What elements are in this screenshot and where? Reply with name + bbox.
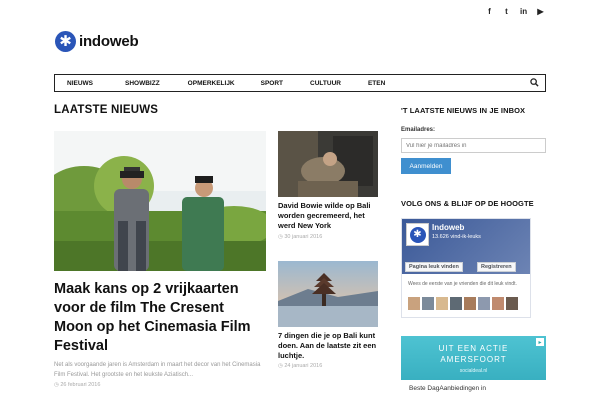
youtube-icon[interactable]: ▶ <box>537 7 544 16</box>
ad-headline-line2: AMERSFOORT <box>440 355 507 364</box>
newsletter-title: 'T LAATSTE NIEUWS IN JE INBOX <box>401 106 526 115</box>
facebook-like-button-label: Pagina leuk vinden <box>409 264 459 270</box>
ad-headline-line1: UIT EEN ACTIE <box>438 344 509 353</box>
side-article-1-title[interactable]: David Bowie wilde op Bali worden gecreme… <box>278 201 378 231</box>
site-logo[interactable]: ✱ indoweb <box>55 31 139 52</box>
facebook-icon[interactable]: f <box>486 7 493 16</box>
hero-article-title[interactable]: Maak kans op 2 vrijkaarten voor de film … <box>54 280 266 356</box>
facebook-friends-text: Wees de eerste van je vrienden die dit l… <box>408 281 517 287</box>
facebook-page-name[interactable]: Indoweb <box>432 223 464 232</box>
nav-item-cultuur[interactable]: CULTUUR <box>310 80 341 87</box>
facebook-face-avatar[interactable] <box>408 297 420 310</box>
main-nav: NIEUWS SHOWBIZZ OPMERKELIJK SPORT CULTUU… <box>54 74 546 92</box>
side-article-2-image[interactable] <box>278 261 378 327</box>
facebook-register-button-label: Registreren <box>481 264 512 270</box>
side-article-2-title[interactable]: 7 dingen die je op Bali kunt doen. Aan d… <box>278 331 378 361</box>
facebook-widget: ✱ Indoweb 13.626 vind-ik-leuks Pagina le… <box>401 218 531 318</box>
nav-item-showbizz[interactable]: SHOWBIZZ <box>125 80 160 87</box>
facebook-face-avatar[interactable] <box>478 297 490 310</box>
hero-article-excerpt: Net als voorgaande jaren is Amsterdam in… <box>54 362 261 378</box>
facebook-register-button[interactable]: Registreren <box>477 262 516 272</box>
side-article-1-image[interactable] <box>278 131 378 197</box>
hero-article-date: ◷ 26 februari 2016 <box>54 382 101 388</box>
hero-date-text: 26 februari 2016 <box>60 382 101 388</box>
facebook-page-avatar[interactable]: ✱ <box>406 223 429 246</box>
email-input[interactable] <box>401 138 546 153</box>
nav-item-sport[interactable]: SPORT <box>261 80 283 87</box>
facebook-face-avatar[interactable] <box>492 297 504 310</box>
facebook-likes-count: 13.626 vind-ik-leuks <box>432 234 481 240</box>
facebook-face-avatar[interactable] <box>422 297 434 310</box>
email-label: Emailadres: <box>401 127 436 133</box>
nav-item-nieuws[interactable]: NIEUWS <box>67 80 93 87</box>
follow-title: VOLG ONS & BLIJF OP DE HOOGTE <box>401 199 534 208</box>
nav-item-opmerkelijk[interactable]: OPMERKELIJK <box>188 80 235 87</box>
nav-item-eten[interactable]: ETEN <box>368 80 385 87</box>
facebook-face-avatar[interactable] <box>506 297 518 310</box>
side-article-2-date: ◷ 24 januari 2016 <box>278 363 323 369</box>
ad-bottom-text: Beste DagAanbiedingen in <box>409 385 486 392</box>
logo-star-icon: ✱ <box>55 31 76 52</box>
side-article-2-date-text: 24 januari 2016 <box>284 363 323 369</box>
side-article-1-date-text: 30 januari 2016 <box>284 234 323 240</box>
facebook-face-avatar[interactable] <box>450 297 462 310</box>
ad-source: socialdeal.nl <box>459 368 488 374</box>
side-article-1-date: ◷ 30 januari 2016 <box>278 234 323 240</box>
logo-star-icon: ✱ <box>409 226 426 243</box>
hero-image[interactable] <box>54 131 266 271</box>
facebook-faces <box>408 297 518 310</box>
subscribe-button[interactable]: Aanmelden <box>401 158 451 174</box>
logo-text: indoweb <box>79 33 139 50</box>
facebook-face-avatar[interactable] <box>464 297 476 310</box>
section-title-latest-news: LAATSTE NIEUWS <box>54 104 159 116</box>
facebook-face-avatar[interactable] <box>436 297 448 310</box>
twitter-icon[interactable]: t <box>503 7 510 16</box>
advertisement-banner[interactable]: ▸ UIT EEN ACTIE AMERSFOORT socialdeal.nl… <box>401 336 546 400</box>
social-links: f t in ▶ <box>486 7 544 16</box>
ad-bottom-panel: Beste DagAanbiedingen in <box>401 380 546 400</box>
search-icon[interactable] <box>530 78 539 87</box>
facebook-like-button[interactable]: Pagina leuk vinden <box>405 262 463 272</box>
linkedin-icon[interactable]: in <box>520 7 527 16</box>
